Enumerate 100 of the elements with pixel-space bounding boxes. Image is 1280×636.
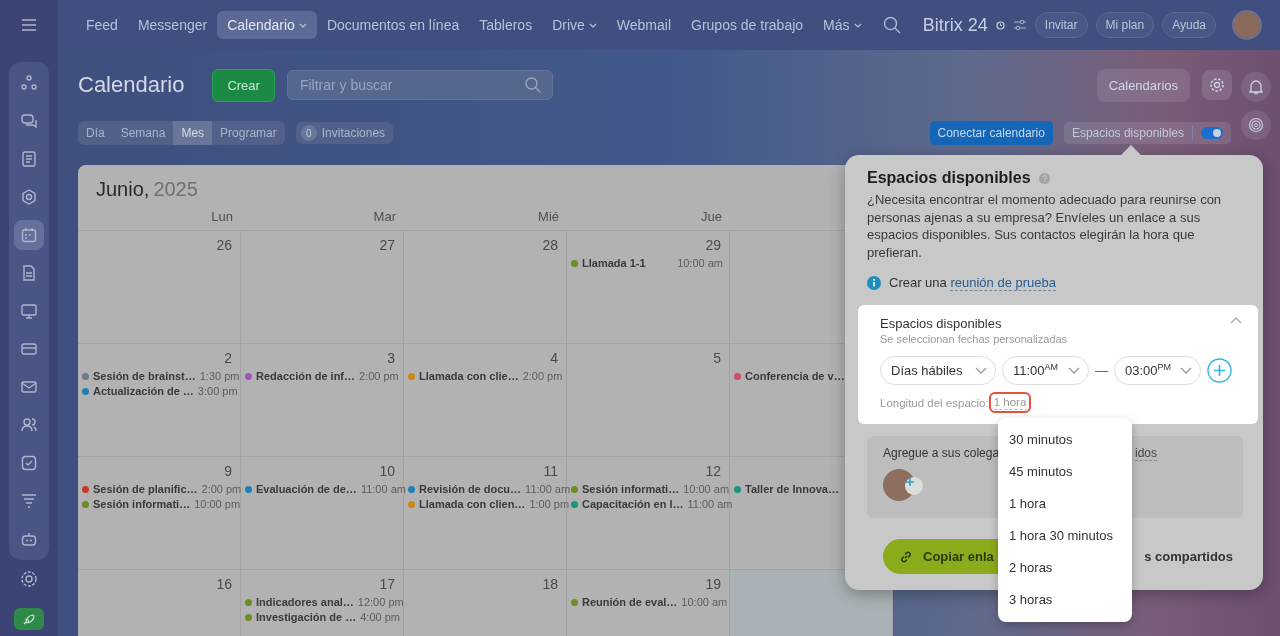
robot-icon[interactable] xyxy=(21,531,37,547)
header-button[interactable]: Mi plan xyxy=(1095,12,1155,38)
clock-icon xyxy=(995,20,1005,30)
event-title[interactable]: Sesión de brainst… xyxy=(93,370,196,382)
dropdown-option[interactable]: 45 minutos xyxy=(998,456,1132,488)
nav-item[interactable]: Drive xyxy=(542,11,607,39)
calendar-icon[interactable] xyxy=(21,227,37,243)
page-title: Calendario xyxy=(78,72,185,98)
length-label: Longitud del espacio: xyxy=(880,396,989,409)
rocket-icon xyxy=(23,613,35,625)
colleagues-link[interactable]: idos xyxy=(1135,446,1157,461)
search-field[interactable]: Filtrar y buscar xyxy=(286,70,553,100)
length-value-link[interactable]: 1 hora xyxy=(991,395,1029,410)
nav-item[interactable]: Webmail xyxy=(606,11,681,39)
board-icon[interactable] xyxy=(21,303,37,319)
weekday-label: Lun xyxy=(210,208,234,226)
settings-button[interactable] xyxy=(1202,70,1232,100)
invitations-label: Invitaciones xyxy=(321,126,386,140)
add-colleague-button[interactable] xyxy=(905,477,923,495)
day-number: 12 xyxy=(705,463,722,480)
toggle-switch[interactable] xyxy=(1201,127,1223,139)
dropdown-option[interactable]: 30 minutos xyxy=(998,424,1132,456)
event-title[interactable]: Actualización de … xyxy=(93,385,194,397)
nav-item[interactable]: Más xyxy=(813,11,872,39)
people-icon[interactable] xyxy=(21,417,37,433)
caret-icon xyxy=(298,22,307,28)
mail-icon[interactable] xyxy=(21,379,37,395)
event-title[interactable]: Sesión informati… xyxy=(93,498,191,510)
invitations-button[interactable]: 0 Invitaciones xyxy=(295,122,394,144)
event-title[interactable]: Redacción de inf… xyxy=(256,370,356,382)
shared-slots-link[interactable]: s compartidos xyxy=(1144,549,1233,564)
view-tab[interactable]: Programar xyxy=(212,121,285,145)
search-icon[interactable] xyxy=(882,16,901,34)
event-time: 2:00 pm xyxy=(522,370,563,382)
event-title[interactable]: Conferencia de v… xyxy=(745,370,845,382)
create-button[interactable]: Crear xyxy=(212,68,275,102)
funnel-icon[interactable] xyxy=(21,493,37,509)
connect-calendar-button[interactable]: Conectar calendario xyxy=(929,121,1053,145)
event-title[interactable]: Evaluación de de… xyxy=(256,483,357,495)
popup-title: Espacios disponibles xyxy=(867,169,1031,187)
chevron-down-icon xyxy=(975,367,987,374)
nav-item[interactable]: Feed xyxy=(76,11,128,39)
info-text: Crear una reunión de prueba xyxy=(889,275,1056,290)
event-title[interactable]: Sesión de planific… xyxy=(93,483,198,495)
add-icon[interactable] xyxy=(1207,358,1232,383)
notifications-button[interactable] xyxy=(1241,72,1271,102)
card-title: Espacios disponibles xyxy=(880,316,1003,331)
event-title[interactable]: Llamada con clien… xyxy=(419,498,526,510)
day-number: 17 xyxy=(379,576,396,593)
event-title[interactable]: Indicadores anal… xyxy=(256,596,354,608)
dropdown-option[interactable]: 1 hora xyxy=(998,488,1132,520)
event-time: 2:00 pm xyxy=(359,370,399,382)
header-button[interactable]: Invitar xyxy=(1034,12,1088,38)
day-number: 9 xyxy=(224,463,233,480)
card-icon[interactable] xyxy=(21,341,37,357)
chat-icon[interactable] xyxy=(21,113,37,129)
menu-icon[interactable] xyxy=(21,19,37,31)
calendars-button[interactable]: Calendarios xyxy=(1096,68,1190,102)
dropdown-option[interactable]: 3 horas xyxy=(998,584,1132,616)
day-number: 5 xyxy=(713,350,722,367)
header-button[interactable]: Ayuda xyxy=(1162,12,1216,38)
document-icon[interactable] xyxy=(21,151,37,167)
event-time: 3:00 pm xyxy=(197,385,238,397)
nav-item[interactable]: Tableros xyxy=(469,11,543,39)
event-time: 2:00 pm xyxy=(201,483,242,495)
nav-item[interactable]: Documentos en línea xyxy=(316,11,470,39)
sliders-icon[interactable] xyxy=(1012,19,1027,31)
event-title[interactable]: Taller de Innova… xyxy=(745,483,839,495)
popup-description: ¿Necesita encontrar el momento adecuado para reunirse con personas ajenas a su empresa? Envíeles un enlace a sus espacios disponibles. Sus contactos elegirán la hora que prefieran. xyxy=(867,191,1223,261)
test-meeting-link[interactable]: reunión de prueba xyxy=(950,275,1056,291)
chevron-up-icon[interactable] xyxy=(1230,316,1242,324)
event-title[interactable]: Sesión informati… xyxy=(582,483,680,495)
bell-icon xyxy=(1249,79,1263,95)
event-title[interactable]: Llamada con clie… xyxy=(419,370,519,382)
page-icon[interactable] xyxy=(21,265,37,281)
event-title[interactable]: Capacitación en l… xyxy=(582,498,684,510)
slots-label: Espacios disponibles xyxy=(1071,126,1184,140)
event-time: 10:00 am xyxy=(681,596,728,608)
nodes-icon[interactable] xyxy=(21,75,37,91)
nav-item[interactable]: Grupos de trabajo xyxy=(681,11,814,39)
day-number: 19 xyxy=(705,576,722,593)
event-title[interactable]: Investigación de … xyxy=(256,611,357,623)
plus-icon xyxy=(905,477,915,487)
event-title[interactable]: Reunión de eval… xyxy=(582,596,678,608)
rocket-button[interactable] xyxy=(14,608,44,630)
day-number: 4 xyxy=(550,350,559,367)
event-title[interactable]: Llamada 1-1 xyxy=(582,257,646,269)
activity-button[interactable] xyxy=(1241,110,1271,140)
event-title[interactable]: Revisión de docu… xyxy=(419,483,522,495)
view-tab[interactable]: Semana xyxy=(112,121,174,145)
checkbox-icon[interactable] xyxy=(21,455,37,471)
view-tab[interactable]: Día xyxy=(78,121,113,145)
view-tab[interactable]: Mes xyxy=(173,121,213,145)
hexagon-icon[interactable] xyxy=(21,189,37,205)
nav-item[interactable]: Calendario xyxy=(217,11,317,39)
chevron-down-icon xyxy=(1068,367,1080,374)
year-label: 2025 xyxy=(153,178,198,201)
nav-item[interactable]: Messenger xyxy=(127,11,218,39)
slots-button[interactable]: Espacios disponibles xyxy=(1063,122,1231,144)
settings-icon[interactable] xyxy=(20,570,38,588)
